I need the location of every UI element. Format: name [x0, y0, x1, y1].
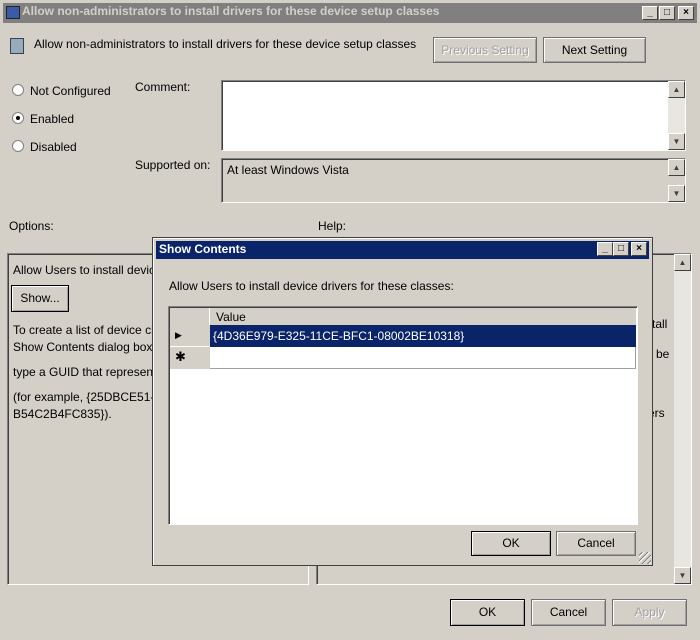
show-contents-dialog: Show Contents _ □ × Allow Users to insta… [152, 237, 653, 566]
new-row-icon[interactable]: ✱ [170, 347, 210, 369]
radio-not-configured[interactable] [12, 84, 24, 96]
comment-label: Comment: [135, 80, 191, 94]
scroll-down-button[interactable]: ▼ [668, 185, 685, 202]
radio-enabled[interactable] [12, 112, 24, 124]
window-title: Allow non-administrators to install driv… [22, 4, 440, 18]
options-label: Options: [9, 219, 54, 233]
help-text: tall [652, 317, 668, 331]
resize-grip[interactable] [639, 552, 651, 564]
dialog-title: Show Contents [156, 241, 649, 259]
next-setting-button[interactable]: Next Setting [543, 37, 646, 63]
options-text: (for example, {25DBCE51- [13, 390, 155, 404]
options-text: Show Contents dialog box [13, 340, 153, 354]
options-text: Allow Users to install devic [13, 263, 156, 277]
options-text: type a GUID that represent [13, 365, 157, 379]
help-label: Help: [318, 219, 347, 233]
help-text: be [656, 347, 670, 361]
show-button[interactable]: Show... [11, 285, 69, 312]
dialog-ok-button[interactable]: OK [471, 531, 551, 556]
row-selector-icon[interactable]: ▶ [170, 325, 210, 347]
radio-label: Not Configured [30, 84, 111, 98]
dialog-prompt: Allow Users to install device drivers fo… [169, 279, 454, 293]
radio-label: Enabled [30, 112, 75, 126]
dialog-maximize-button[interactable]: □ [613, 242, 629, 256]
dialog-close-button[interactable]: × [631, 242, 647, 256]
scroll-up-button[interactable]: ▲ [674, 254, 691, 271]
previous-setting-button[interactable]: Previous Setting [433, 37, 537, 63]
new-row[interactable] [210, 347, 636, 369]
minimize-button[interactable]: _ [642, 6, 658, 20]
radio-label: Disabled [30, 140, 77, 154]
policy-icon [10, 38, 24, 54]
scroll-down-button[interactable]: ▼ [674, 567, 691, 584]
options-text: To create a list of device cl [13, 323, 154, 337]
scroll-up-button[interactable]: ▲ [668, 159, 685, 176]
comment-input[interactable] [221, 80, 686, 151]
supported-value: At least Windows Vista [227, 163, 349, 177]
close-button[interactable]: × [678, 6, 694, 20]
help-scrollbar[interactable] [674, 254, 691, 584]
apply-button[interactable]: Apply [612, 599, 687, 626]
supported-label: Supported on: [135, 158, 211, 172]
maximize-button[interactable]: □ [659, 6, 675, 20]
scroll-down-button[interactable]: ▼ [668, 133, 685, 150]
setting-name: Allow non-administrators to install driv… [34, 37, 417, 51]
dialog-cancel-button[interactable]: Cancel [556, 531, 636, 556]
radio-disabled[interactable] [12, 140, 24, 152]
app-icon [6, 6, 20, 19]
table-row[interactable]: {4D36E979-E325-11CE-BFC1-08002BE10318} [210, 325, 636, 347]
scroll-up-button[interactable]: ▲ [668, 81, 685, 98]
ok-button[interactable]: OK [450, 599, 525, 626]
dialog-minimize-button[interactable]: _ [597, 242, 613, 256]
options-text: B54C2B4FC835}). [13, 407, 112, 421]
cancel-button[interactable]: Cancel [531, 599, 606, 626]
column-header-value[interactable]: Value [210, 308, 636, 325]
values-grid[interactable]: Value ▶ {4D36E979-E325-11CE-BFC1-08002BE… [168, 306, 638, 525]
